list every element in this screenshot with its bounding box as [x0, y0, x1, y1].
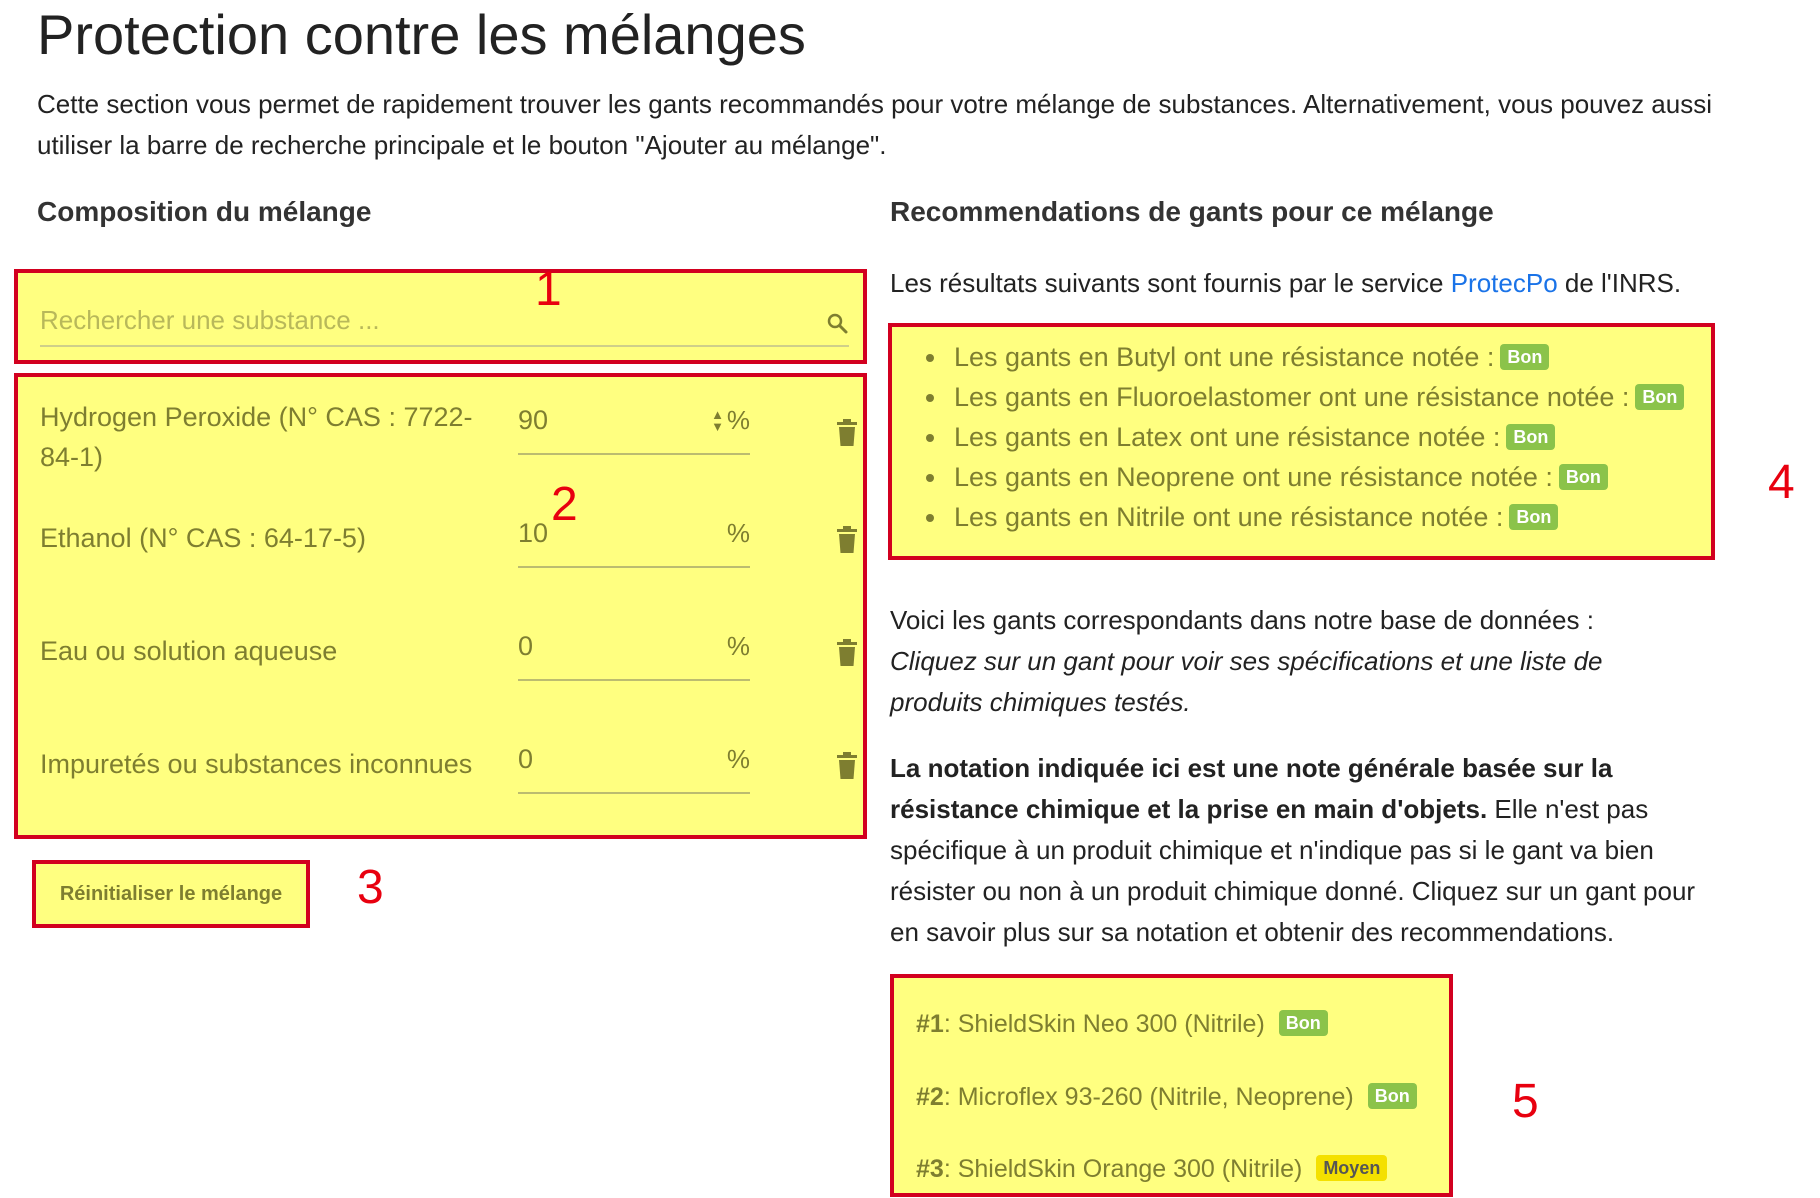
list-item: Les gants en Butyl ont une résistance no…: [918, 337, 1684, 377]
list-item: Les gants en Nitrile ont une résistance …: [918, 497, 1684, 537]
marker-5: 5: [1512, 1075, 1539, 1128]
rating-note: La notation indiquée ici est une note gé…: [890, 748, 1720, 953]
percent-input[interactable]: 0 %: [518, 623, 750, 681]
reset-mixture-button[interactable]: Réinitialiser le mélange: [36, 864, 306, 924]
percent-sign: %: [726, 631, 750, 661]
glove-item[interactable]: #3: ShieldSkin Orange 300 (Nitrile) Moyen: [916, 1155, 1388, 1184]
search-box-highlight: Rechercher une substance ...: [14, 269, 867, 364]
glove-list-highlight: #1: ShieldSkin Neo 300 (Nitrile) Bon #2: …: [890, 974, 1453, 1197]
marker-3: 3: [357, 861, 384, 914]
trash-icon[interactable]: [835, 639, 859, 667]
percent-input[interactable]: 0 %: [518, 736, 750, 794]
glove-name: : ShieldSkin Neo 300 (Nitrile): [943, 1010, 1265, 1038]
composition-heading: Composition du mélange: [37, 196, 372, 227]
material-text: Les gants en Neoprene ont une résistance…: [954, 462, 1553, 492]
percent-value: 0: [518, 744, 534, 774]
percent-value: 10: [518, 518, 549, 548]
glove-rank: #3: [916, 1155, 944, 1183]
rating-badge: Bon: [1635, 384, 1685, 410]
search-input[interactable]: Rechercher une substance ...: [40, 299, 849, 347]
trash-icon[interactable]: [835, 526, 859, 554]
percent-value: 90: [518, 405, 549, 435]
page-title: Protection contre les mélanges: [37, 3, 806, 66]
marker-1: 1: [535, 263, 562, 316]
percent-sign: %: [726, 405, 750, 435]
glove-rank: #2: [916, 1083, 944, 1111]
substance-name: Impuretés ou substances inconnues: [40, 749, 473, 779]
source-text: Les résultats suivants sont fournis par …: [890, 263, 1681, 304]
rating-badge: Bon: [1506, 424, 1556, 450]
rating-badge: Moyen: [1316, 1155, 1388, 1181]
glove-rank: #1: [916, 1010, 944, 1038]
substance-row: Ethanol (N° CAS : 64-17-5) 10 %: [40, 510, 863, 610]
rating-badge: Bon: [1509, 504, 1559, 530]
source-suffix: de l'INRS.: [1557, 268, 1682, 298]
substance-row: Eau ou solution aqueuse 0 %: [40, 623, 863, 723]
percent-sign: %: [726, 518, 750, 548]
material-text: Les gants en Butyl ont une résistance no…: [954, 342, 1495, 372]
rating-badge: Bon: [1558, 464, 1608, 490]
page-intro: Cette section vous permet de rapidement …: [37, 89, 1713, 160]
material-list: Les gants en Butyl ont une résistance no…: [918, 337, 1685, 537]
substance-name: Ethanol (N° CAS : 64-17-5): [40, 523, 366, 553]
glove-item[interactable]: #2: Microflex 93-260 (Nitrile, Neoprene)…: [916, 1083, 1417, 1112]
substance-row: Hydrogen Peroxide (N° CAS : 7722-84-1) 9…: [40, 397, 863, 497]
material-recommendations-highlight: Les gants en Butyl ont une résistance no…: [888, 323, 1715, 560]
list-item: Les gants en Latex ont une résistance no…: [918, 417, 1684, 457]
substance-row: Impuretés ou substances inconnues 0 %: [40, 736, 863, 836]
material-text: Les gants en Latex ont une résistance no…: [954, 422, 1501, 452]
list-item: Les gants en Neoprene ont une résistance…: [918, 457, 1684, 497]
glove-name: : Microflex 93-260 (Nitrile, Neoprene): [943, 1083, 1354, 1111]
database-intro: Voici les gants correspondants dans notr…: [890, 600, 1690, 723]
trash-icon[interactable]: [835, 752, 859, 780]
trash-icon[interactable]: [835, 419, 859, 447]
rating-badge: Bon: [1500, 344, 1550, 370]
rating-badge: Bon: [1367, 1083, 1417, 1109]
marker-4: 4: [1768, 456, 1795, 509]
search-placeholder: Rechercher une substance ...: [40, 305, 380, 335]
reset-highlight: Réinitialiser le mélange: [32, 860, 310, 928]
rating-badge: Bon: [1278, 1010, 1328, 1036]
stepper-icon[interactable]: ▲ ▼: [711, 408, 724, 433]
material-text: Les gants en Nitrile ont une résistance …: [954, 502, 1504, 532]
glove-name: : ShieldSkin Orange 300 (Nitrile): [943, 1155, 1303, 1183]
substance-name: Hydrogen Peroxide (N° CAS : 7722-84-1): [40, 402, 473, 472]
substance-name: Eau ou solution aqueuse: [40, 636, 338, 666]
source-prefix: Les résultats suivants sont fournis par …: [890, 268, 1451, 298]
database-hint: Cliquez sur un gant pour voir ses spécif…: [890, 646, 1603, 717]
glove-item[interactable]: #1: ShieldSkin Neo 300 (Nitrile) Bon: [916, 1010, 1328, 1039]
search-icon[interactable]: [825, 311, 849, 335]
protecpo-link[interactable]: ProtecPo: [1451, 268, 1558, 298]
percent-input[interactable]: 90 ▲ ▼ %: [518, 397, 750, 455]
substances-highlight: Hydrogen Peroxide (N° CAS : 7722-84-1) 9…: [14, 373, 867, 839]
database-intro-text: Voici les gants correspondants dans notr…: [890, 605, 1594, 635]
list-item: Les gants en Fluoroelastomer ont une rés…: [918, 377, 1685, 417]
percent-sign: %: [726, 744, 750, 774]
marker-2: 2: [551, 478, 578, 531]
material-text: Les gants en Fluoroelastomer ont une rés…: [954, 382, 1630, 412]
percent-value: 0: [518, 631, 534, 661]
recommendations-heading: Recommendations de gants pour ce mélange: [890, 196, 1494, 227]
